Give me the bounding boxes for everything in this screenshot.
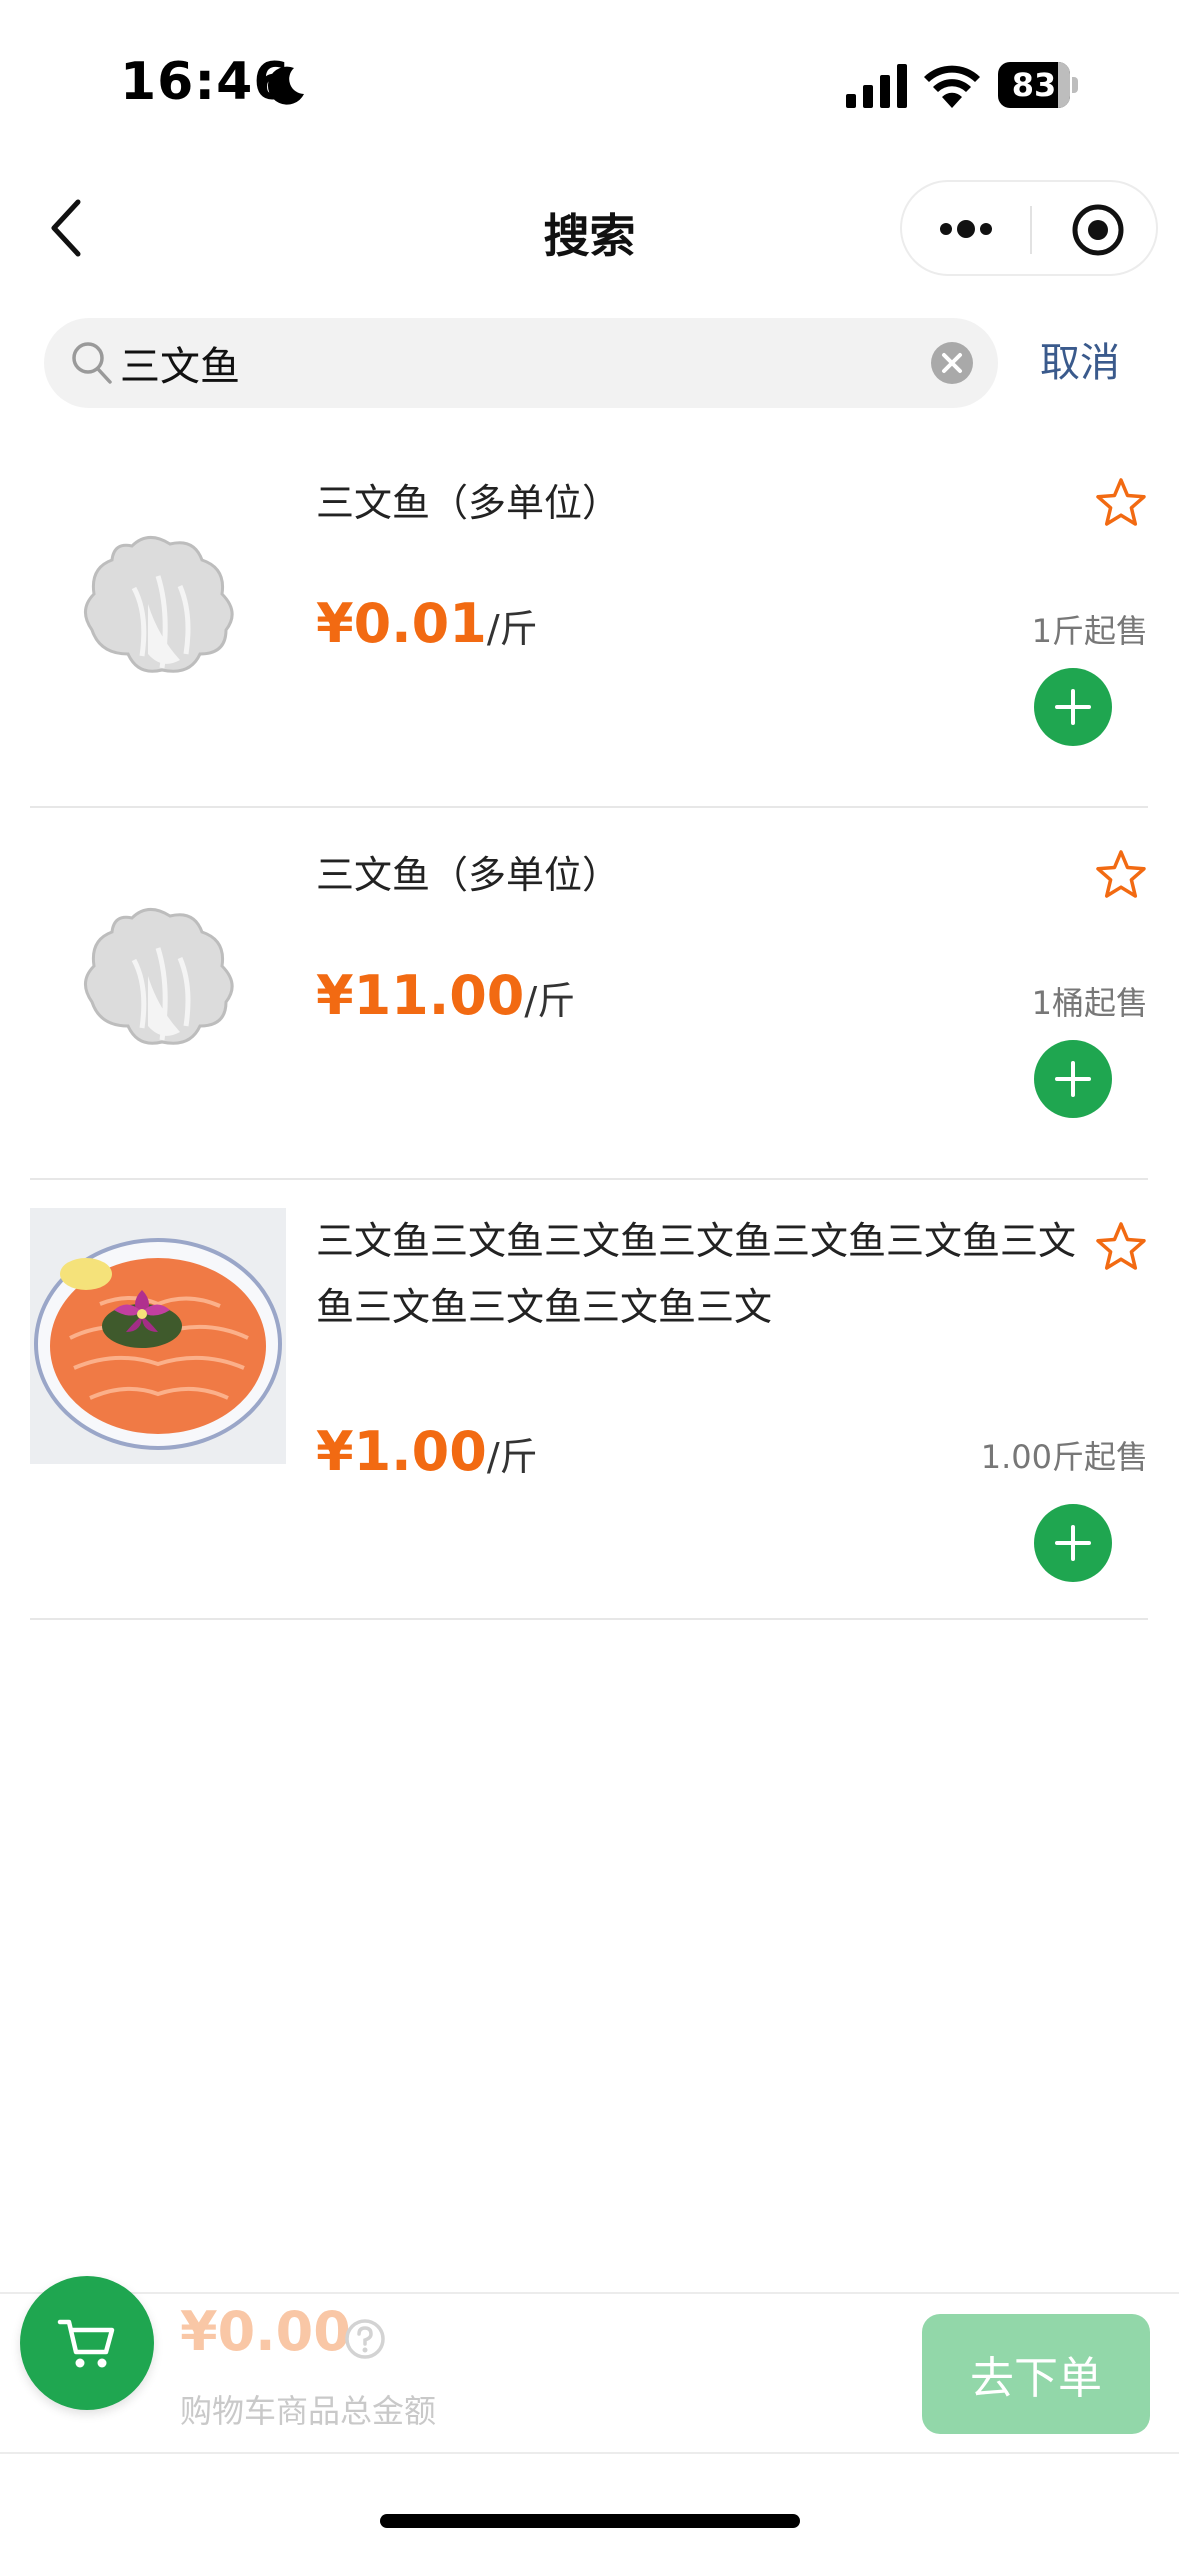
battery-level: 83 xyxy=(1011,66,1057,104)
salmon-photo-image xyxy=(30,1208,286,1464)
cart-total: ¥0.00 xyxy=(180,2300,351,2363)
plus-icon xyxy=(1055,1525,1091,1561)
price-row: ¥0.01/斤 xyxy=(316,592,538,655)
product-item[interactable]: 三文鱼（多单位） ¥0.01/斤 1斤起售 xyxy=(30,436,1148,808)
product-name: 三文鱼三文鱼三文鱼三文鱼三文鱼三文鱼三文鱼三文鱼三文鱼三文鱼三文 xyxy=(316,1219,1077,1329)
search-input[interactable] xyxy=(120,318,940,408)
product-placeholder-image xyxy=(84,536,234,673)
add-to-cart-button[interactable] xyxy=(1034,1040,1112,1118)
moon-icon xyxy=(267,66,304,105)
product-price: ¥0.01 xyxy=(316,592,487,655)
product-name: 三文鱼（多单位） xyxy=(316,853,621,897)
product-price: ¥1.00 xyxy=(316,1420,487,1483)
wifi-icon xyxy=(924,65,980,108)
min-order-qty: 1桶起售 xyxy=(1031,984,1148,1022)
miniprogram-capsule xyxy=(900,180,1158,276)
min-order-qty: 1.00斤起售 xyxy=(980,1438,1148,1476)
price-unit: /斤 xyxy=(524,979,576,1023)
clear-search-icon[interactable] xyxy=(930,341,974,385)
product-list: 三文鱼（多单位） ¥0.01/斤 1斤起售 三文鱼（多单位） ¥11.00/斤 … xyxy=(30,436,1148,1620)
product-item[interactable]: 三文鱼（多单位） ¥11.00/斤 1桶起售 xyxy=(30,808,1148,1180)
cart-icon xyxy=(57,2319,115,2368)
product-item[interactable]: 三文鱼三文鱼三文鱼三文鱼三文鱼三文鱼三文鱼三文鱼三文鱼三文鱼三文 ¥1.00/斤… xyxy=(30,1180,1148,1620)
product-placeholder-image xyxy=(84,908,234,1045)
close-miniprogram-icon[interactable] xyxy=(1070,202,1126,258)
cart-button[interactable] xyxy=(20,2276,154,2410)
price-row: ¥1.00/斤 xyxy=(316,1420,538,1483)
plus-icon xyxy=(1055,1061,1091,1097)
help-icon[interactable] xyxy=(344,2318,386,2360)
price-unit: /斤 xyxy=(486,607,538,651)
add-to-cart-button[interactable] xyxy=(1034,668,1112,746)
min-order-qty: 1斤起售 xyxy=(1031,612,1148,650)
status-bar: 16:46 83 xyxy=(0,0,1179,170)
add-to-cart-button[interactable] xyxy=(1034,1504,1112,1582)
search-box xyxy=(44,318,998,408)
favorite-star-icon[interactable] xyxy=(1094,1220,1148,1274)
cancel-button[interactable]: 取消 xyxy=(1040,330,1120,396)
search-icon xyxy=(72,342,112,384)
signal-icon xyxy=(846,64,907,108)
cart-total-label: 购物车商品总金额 xyxy=(180,2392,437,2430)
product-name: 三文鱼（多单位） xyxy=(316,481,621,525)
plus-icon xyxy=(1055,689,1091,725)
product-price: ¥11.00 xyxy=(316,964,525,1027)
more-icon[interactable] xyxy=(936,204,996,254)
capsule-divider xyxy=(1030,206,1032,254)
favorite-star-icon[interactable] xyxy=(1094,848,1148,902)
price-unit: /斤 xyxy=(486,1435,538,1479)
home-indicator xyxy=(380,2514,800,2528)
battery-icon: 83 xyxy=(998,62,1078,108)
favorite-star-icon[interactable] xyxy=(1094,476,1148,530)
checkout-button[interactable]: 去下单 xyxy=(922,2314,1150,2434)
price-row: ¥11.00/斤 xyxy=(316,964,575,1027)
